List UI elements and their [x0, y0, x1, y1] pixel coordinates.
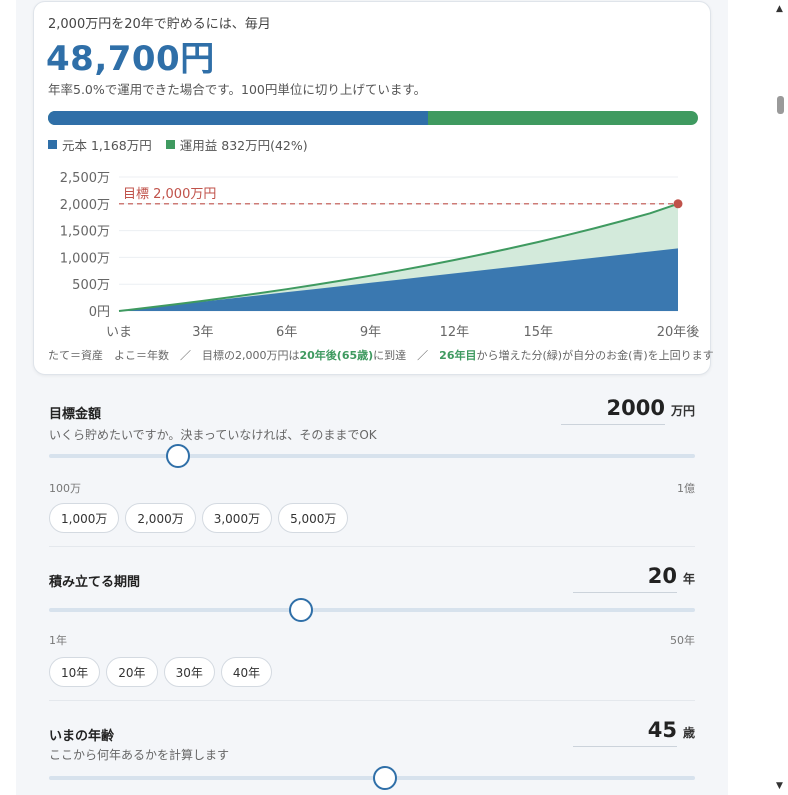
age-slider-thumb[interactable] — [372, 766, 397, 790]
goal-value-box: 万円 — [560, 396, 695, 425]
breakdown-legend: 元本 1,168万円 運用益 832万円(42%) — [48, 135, 308, 154]
target-dot — [673, 199, 683, 209]
result-headline: 2,000万円を20年で貯めるには、毎月 — [48, 17, 271, 32]
period-min-label: 1年 — [49, 634, 67, 647]
principal-bar-fill — [48, 111, 428, 125]
period-section: 積み立てる期間 年 1年 50年 10年 20年 30年 40年 — [33, 547, 711, 701]
period-slider-track[interactable] — [49, 598, 695, 622]
preset-40y[interactable]: 40年 — [220, 657, 273, 687]
preset-10y[interactable]: 10年 — [49, 657, 101, 687]
goal-presets: 1,000万 2,000万 3,000万 5,000万 — [49, 503, 349, 533]
x-tick-label: 3年 — [192, 325, 213, 340]
chart-caption: たて＝資産 よこ＝年数 ／ 目標の2,000万円は20年後(65歳)に到達 ／ … — [48, 347, 714, 363]
goal-max-label: 1億 — [677, 482, 695, 495]
legend-principal-label: 元本 1,168万円 — [62, 138, 152, 153]
period-slider-thumb[interactable] — [288, 598, 313, 622]
goal-unit: 万円 — [670, 404, 695, 418]
preset-1000man[interactable]: 1,000万 — [49, 503, 120, 533]
y-tick-label: 1,000万 — [60, 251, 110, 266]
legend-gain: 運用益 832万円(42%) — [165, 135, 308, 154]
age-slider-track[interactable] — [49, 766, 695, 790]
principal-swatch — [48, 140, 57, 149]
age-title: いまの年齢 — [49, 729, 115, 744]
age-input[interactable] — [572, 718, 677, 747]
y-tick-label: 0円 — [89, 305, 110, 320]
preset-5000man[interactable]: 5,000万 — [278, 503, 349, 533]
goal-amount-input[interactable] — [560, 396, 665, 425]
caption-reach-year: 20年後(65歳) — [299, 349, 374, 362]
goal-section: 目標金額 いくら貯めたいですか。決まっていなければ、そのままでOK 万円 100… — [33, 390, 711, 547]
x-tick-label: いま — [106, 325, 132, 340]
caption-part-2: に到達 ／ — [373, 349, 440, 362]
x-tick-label: 12年 — [440, 325, 470, 340]
preset-2000man[interactable]: 2,000万 — [125, 503, 196, 533]
result-note: 年率5.0%で運用できた場合です。100円単位に切り上げています。 — [48, 82, 427, 97]
preset-20y[interactable]: 20年 — [106, 657, 158, 687]
caption-part-3: から増えた分(緑)が自分のお金(青)を上回ります — [476, 349, 714, 362]
x-tick-label: 20年後 — [657, 325, 700, 340]
scroll-down-icon[interactable]: ▼ — [776, 781, 783, 791]
goal-slider-track[interactable] — [49, 444, 695, 468]
target-label: 目標 2,000万円 — [123, 187, 216, 202]
period-unit: 年 — [682, 572, 695, 586]
legend-principal: 元本 1,168万円 — [48, 135, 152, 154]
period-years-input[interactable] — [572, 564, 677, 593]
monthly-amount: 48,700円 — [46, 39, 215, 79]
goal-slider-thumb[interactable] — [166, 444, 191, 468]
caption-cross-year: 26年目 — [439, 349, 477, 362]
age-value-box: 歳 — [572, 718, 695, 747]
scrollbar-thumb[interactable] — [777, 96, 784, 114]
preset-3000man[interactable]: 3,000万 — [201, 503, 273, 533]
result-card: 2,000万円を20年で貯めるには、毎月 48,700円 年率5.0%で運用でき… — [33, 1, 714, 375]
x-tick-label: 6年 — [276, 325, 297, 340]
gain-swatch — [165, 140, 175, 149]
y-tick-label: 2,000万 — [60, 198, 110, 213]
preset-30y[interactable]: 30年 — [163, 657, 215, 687]
legend-gain-label: 運用益 832万円(42%) — [179, 138, 308, 153]
scrollbar[interactable]: ▲ ▼ — [773, 0, 788, 795]
age-section: いまの年齢 ここから何年あるかを計算します 歳 — [33, 701, 711, 795]
breakdown-bar — [48, 111, 698, 125]
growth-chart: 0円 500万 1,000万 1,500万 2,000万 2,500万いま 3年 6年 9年 12… — [60, 171, 700, 340]
period-value-box: 年 — [572, 564, 695, 593]
goal-min-label: 100万 — [49, 482, 81, 495]
goal-subtitle: いくら貯めたいですか。決まっていなければ、そのままでOK — [49, 428, 377, 442]
y-tick-label: 2,500万 — [60, 171, 110, 186]
y-tick-label: 1,500万 — [60, 225, 110, 240]
period-presets: 10年 20年 30年 40年 — [49, 657, 273, 687]
period-max-label: 50年 — [670, 634, 695, 647]
x-tick-label: 15年 — [523, 325, 553, 340]
scroll-up-icon[interactable]: ▲ — [776, 4, 783, 14]
period-title: 積み立てる期間 — [49, 575, 141, 590]
y-tick-label: 500万 — [72, 278, 110, 293]
x-tick-label: 9年 — [360, 325, 381, 340]
age-subtitle: ここから何年あるかを計算します — [49, 748, 230, 762]
goal-title: 目標金額 — [49, 407, 102, 422]
age-unit: 歳 — [682, 726, 695, 740]
caption-part-1: たて＝資産 よこ＝年数 ／ 目標の2,000万円は — [48, 349, 300, 362]
